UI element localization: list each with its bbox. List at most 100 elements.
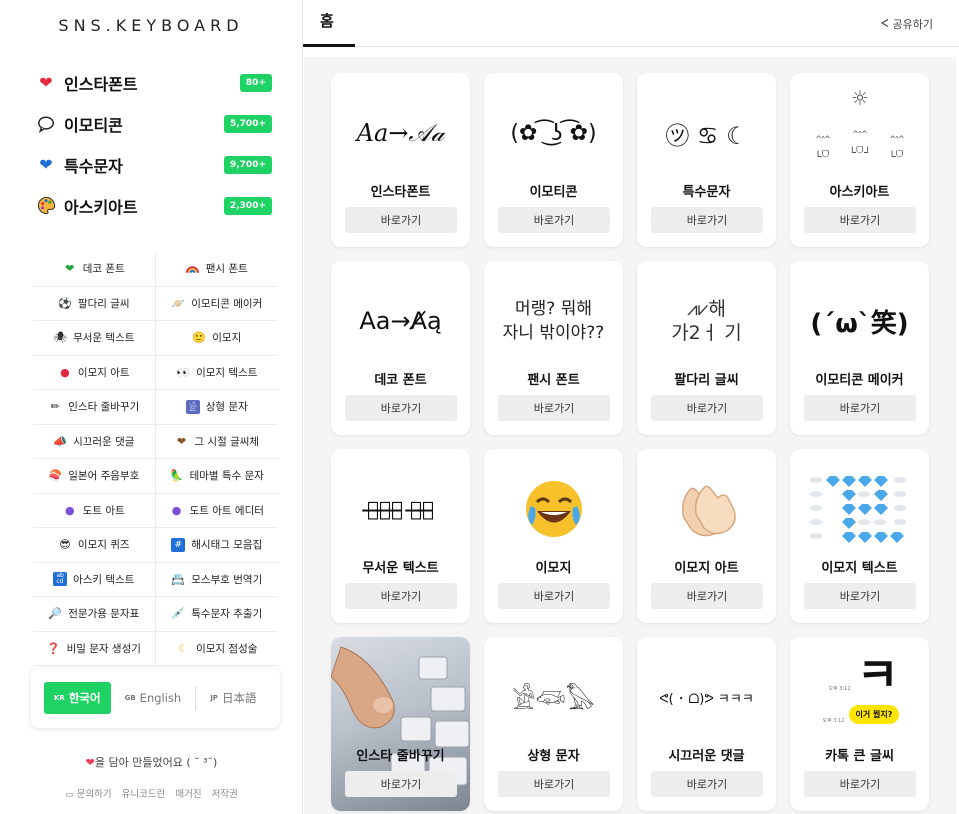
sub-item-emoticon-maker[interactable]: 🪐 이모티콘 메이커 xyxy=(155,287,278,321)
card-title: 특수문자 xyxy=(682,185,731,200)
go-button[interactable]: 바로가기 xyxy=(498,583,610,609)
sub-item-emoji-quiz[interactable]: 😎 이모지 퀴즈 xyxy=(33,528,156,563)
megaphone-icon: 📣 xyxy=(53,434,67,448)
card-ascii-art[interactable]: ☼ ^ᐢ^ ^ᐢ^ ^ᐢ^ ᒪᗜ ᒪᗜᒧ ᒪᗜ 아스키아트 바로가기 xyxy=(790,73,929,247)
pencil-icon: ✏ xyxy=(50,400,60,414)
card-emoji[interactable]: 이모지 바로가기 xyxy=(484,449,623,623)
sub-item-hashtag[interactable]: # 해시태그 모음집 xyxy=(155,528,278,563)
sub-item-deco-font[interactable]: ❤ 데코 폰트 xyxy=(33,252,156,287)
go-button[interactable]: 바로가기 xyxy=(804,207,916,233)
go-button[interactable]: 바로가기 xyxy=(498,395,610,421)
sushi-icon: 🍣 xyxy=(48,469,63,483)
sub-item-noisy-comment[interactable]: 📣 시끄러운 댓글 xyxy=(33,424,156,459)
lang-japanese[interactable]: JP 日本語 xyxy=(200,682,266,714)
lang-korean[interactable]: KR 한국어 xyxy=(44,682,111,714)
card-kakao-big-font[interactable]: ㅋ 오후 3:12 오후 3:12 이거 뭡지? 카톡 큰 글씨 바로가기 xyxy=(790,637,929,811)
svg-text:^ᐢ^: ^ᐢ^ xyxy=(889,135,904,145)
footer-link-contact[interactable]: ▭ 문의하기 xyxy=(65,786,112,800)
go-button[interactable]: 바로가기 xyxy=(651,771,763,797)
card-emoticon-maker[interactable]: (´ω`笑) 이모티콘 메이커 바로가기 xyxy=(790,261,929,435)
sub-item-dot-art-editor[interactable]: ● 도트 아트 에디터 xyxy=(155,494,278,528)
sub-item-japanese-marks[interactable]: 🍣 일본어 주음부호 xyxy=(33,459,156,494)
card-insta-font[interactable]: Aa→𝒜𝒶 인스타폰트 바로가기 xyxy=(331,73,470,247)
go-button[interactable]: 바로가기 xyxy=(651,395,763,421)
sub-item-insta-linebreak[interactable]: ✏ 인스타 줄바꾸기 xyxy=(33,390,156,425)
moon-icon: ☾ xyxy=(178,641,189,655)
eyes-icon: 👀 xyxy=(176,365,190,379)
go-button[interactable]: 바로가기 xyxy=(345,395,457,421)
logo[interactable]: SNS.KEYBOARD xyxy=(0,0,302,50)
nav-item-ascii-art[interactable]: 아스키아트 2,300+ xyxy=(36,185,272,226)
card-title: 팬시 폰트 xyxy=(527,373,580,388)
card-insta-linebreak[interactable]: 인스타 줄바꾸기 바로가기 xyxy=(331,637,470,811)
go-button[interactable]: 바로가기 xyxy=(651,207,763,233)
green-heart-icon: ❤ xyxy=(65,262,75,276)
sub-item-ascii-text[interactable]: ab cd 아스키 텍스트 xyxy=(33,562,156,597)
nav-item-insta-font[interactable]: ❤ 인스타폰트 80+ xyxy=(36,62,272,103)
big-letter: ㅋ xyxy=(856,648,899,702)
nav-item-special-chars[interactable]: ❤ 특수문자 9,700+ xyxy=(36,144,272,185)
footer-link-magazine[interactable]: 매거진 xyxy=(175,786,201,800)
hash-icon: # xyxy=(171,537,186,552)
footer-link-copyright[interactable]: 저작권 xyxy=(212,786,238,800)
nav-item-emoticon[interactable]: 이모티콘 5,700+ xyxy=(36,103,272,144)
card-hieroglyph[interactable]: 𓀀𓆛𓅃 상형 문자 바로가기 xyxy=(484,637,623,811)
sub-item-scary-text[interactable]: 🕷 무서운 텍스트 xyxy=(33,321,156,356)
sub-item-char-extractor[interactable]: 💉 특수문자 추출기 xyxy=(155,597,278,632)
active-tab-indicator xyxy=(303,44,355,47)
sub-item-hieroglyph[interactable]: 𓀀 상형 문자 xyxy=(155,390,278,425)
sub-item-retro-font[interactable]: ❤ 그 시절 글씨체 xyxy=(155,425,278,459)
planet-icon: 🪐 xyxy=(171,296,186,310)
go-button[interactable]: 바로가기 xyxy=(651,583,763,609)
sub-item-emoji-astrology[interactable]: ☾ 이모지 점성술 xyxy=(155,632,278,666)
share-button[interactable]: 공유하기 xyxy=(880,16,933,32)
go-button[interactable]: 바로가기 xyxy=(498,771,610,797)
go-button[interactable]: 바로가기 xyxy=(345,583,457,609)
svg-text:ᒪᗜᒧ: ᒪᗜᒧ xyxy=(851,146,869,156)
lang-english[interactable]: GB English xyxy=(115,682,192,714)
card-emoji-art[interactable]: 이모지 아트 바로가기 xyxy=(637,449,776,623)
timestamp: 오후 3:12 xyxy=(822,718,845,724)
card-art: ㋡ ♋ ☾ xyxy=(665,121,748,150)
tab-home[interactable]: 홈 xyxy=(320,10,334,31)
card-limb-font[interactable]: ⩘⩗해 가2ㅓ 기 팔다리 글씨 바로가기 xyxy=(637,261,776,435)
sub-item-emoji-text[interactable]: 👀 이모지 텍스트 xyxy=(155,356,278,390)
sub-item-dot-art[interactable]: ● 도트 아트 xyxy=(33,493,156,528)
card-title: 팔다리 글씨 xyxy=(674,373,739,388)
sub-item-theme-chars[interactable]: 🦜 테마별 특수 문자 xyxy=(155,459,278,494)
card-emoticon[interactable]: (✿ ͡ ͜ʖ ͡✿) 이모티콘 바로가기 xyxy=(484,73,623,247)
card-deco-font[interactable]: Aa→A̸ą 데코 폰트 바로가기 xyxy=(331,261,470,435)
go-button[interactable]: 바로가기 xyxy=(804,583,916,609)
footer-link-unicode[interactable]: 유니코드란 xyxy=(122,786,166,800)
card-noisy-comment[interactable]: ᕙ( ･ ᗝ)ᕗ ㅋㅋㅋ 시끄러운 댓글 바로가기 xyxy=(637,637,776,811)
sub-item-limb-font[interactable]: ⚽ 팔다리 글씨 xyxy=(33,286,156,321)
sub-item-morse[interactable]: 📇 모스부호 번역기 xyxy=(155,563,278,597)
chat-bubble: 이거 뭡지? xyxy=(848,705,900,724)
sub-item-fancy-font[interactable]: 팬시 폰트 xyxy=(155,252,278,287)
speech-bubble-icon xyxy=(36,114,56,134)
go-button[interactable]: 바로가기 xyxy=(804,771,916,797)
sub-item-emoji[interactable]: 🙂 이모지 xyxy=(155,321,278,356)
card-art: 𓀀𓆛𓅃 xyxy=(512,686,595,716)
card-special-chars[interactable]: ㋡ ♋ ☾ 특수문자 바로가기 xyxy=(637,73,776,247)
card-art xyxy=(637,467,776,551)
go-button[interactable]: 바로가기 xyxy=(345,207,457,233)
soccer-ball-icon: ⚽ xyxy=(58,296,72,310)
card-art: 무̶서̶운̶ 글̶씨̶ xyxy=(367,497,434,521)
go-button[interactable]: 바로가기 xyxy=(804,395,916,421)
go-button[interactable]: 바로가기 xyxy=(498,207,610,233)
card-emoji-text[interactable]: 이모지 텍스트 바로가기 xyxy=(790,449,929,623)
card-fancy-font[interactable]: 머랭? 뭐해 자니 밖이야?? 팬시 폰트 바로가기 xyxy=(484,261,623,435)
heart-icon: ❤ xyxy=(85,756,95,769)
card-art: (✿ ͡ ͜ʖ ͡✿) xyxy=(510,120,597,146)
sub-item-pro-charmap[interactable]: 🔎 전문가용 문자표 xyxy=(33,597,156,632)
card-scary-text[interactable]: 무̶서̶운̶ 글̶씨̶ 무서운 텍스트 바로가기 xyxy=(331,449,470,623)
card-art xyxy=(790,467,929,551)
sub-item-secret-text[interactable]: ❓ 비밀 문자 생성기 xyxy=(33,631,156,666)
nav-label: 아스키아트 xyxy=(64,197,138,217)
svg-text:^ᐢ^: ^ᐢ^ xyxy=(815,135,830,145)
timestamp: 오후 3:12 xyxy=(828,686,851,692)
card-art xyxy=(484,467,623,551)
go-button[interactable]: 바로가기 xyxy=(345,771,457,797)
sub-item-emoji-art[interactable]: ● 이모지 아트 xyxy=(33,355,156,390)
